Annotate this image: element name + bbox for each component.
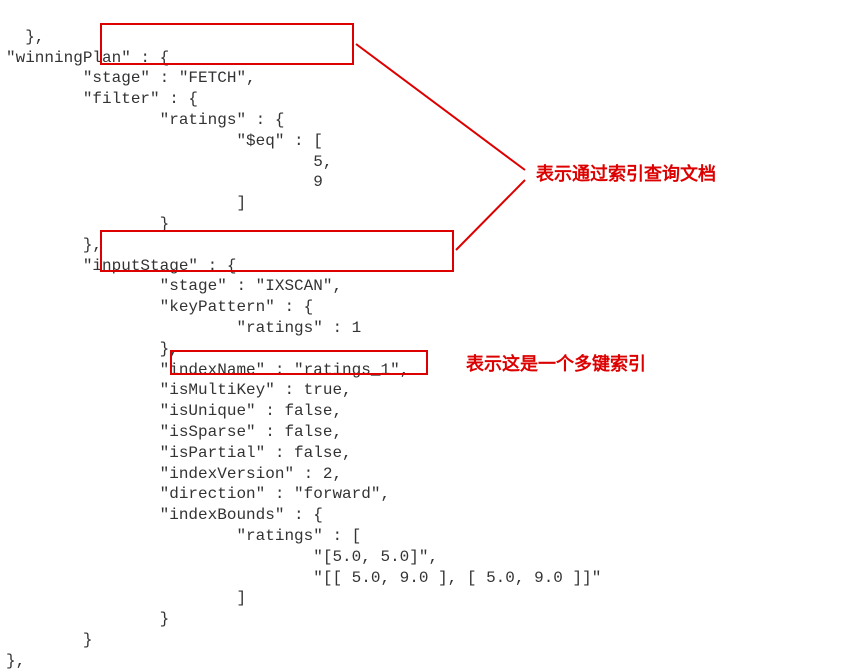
code-line: }, [25,28,44,46]
code-line: "indexName" : "ratings_1", [6,361,409,379]
code-line: "$eq" : [ [6,132,323,150]
code-line: "isPartial" : false, [6,444,352,462]
code-line: "isSparse" : false, [6,423,342,441]
code-line: "ratings" : 1 [6,319,361,337]
code-line: } [6,610,169,628]
code-line: }, [6,340,179,358]
code-line: "indexBounds" : { [6,506,323,524]
code-line: "[5.0, 5.0]", [6,548,438,566]
code-line: 5, [6,153,332,171]
code-line: 9 [6,173,323,191]
code-line: "stage" : "FETCH", [6,69,256,87]
code-line: "keyPattern" : { [6,298,313,316]
code-line: "winningPlan" : { [6,49,169,67]
code-line: "stage" : "IXSCAN", [6,277,342,295]
code-line: "ratings" : [ [6,527,361,545]
code-line: }, [6,652,25,670]
code-line: }, [6,236,102,254]
code-line: "isMultiKey" : true, [6,381,352,399]
code-line: ] [6,589,246,607]
code-line: } [6,215,169,233]
annotation-index-query: 表示通过索引查询文档 [536,163,716,186]
code-line: ] [6,194,246,212]
code-line: "ratings" : { [6,111,284,129]
code-line: "[[ 5.0, 9.0 ], [ 5.0, 9.0 ]]" [6,569,601,587]
code-line: } [6,631,92,649]
annotation-multikey: 表示这是一个多键索引 [466,353,646,376]
json-code-block: }, "winningPlan" : { "stage" : "FETCH", … [6,6,835,672]
code-line: "direction" : "forward", [6,485,390,503]
code-line: "isUnique" : false, [6,402,342,420]
code-line: "indexVersion" : 2, [6,465,342,483]
code-line: "filter" : { [6,90,198,108]
code-line: "inputStage" : { [6,257,236,275]
